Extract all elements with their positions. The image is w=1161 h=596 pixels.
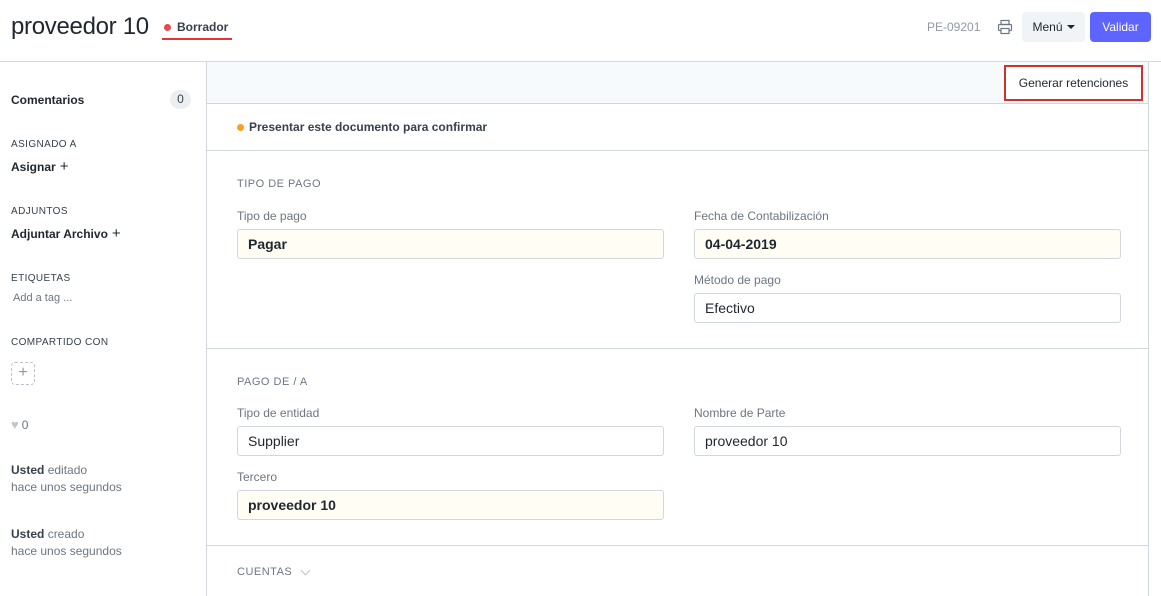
attachments-section-title: ADJUNTOS <box>11 206 68 217</box>
section-title: TIPO DE PAGO <box>237 178 322 190</box>
activity-user: Usted <box>11 463 45 477</box>
entity-type-field[interactable]: Supplier <box>237 426 664 456</box>
heart-icon: ♥ <box>11 417 19 432</box>
status-label: Borrador <box>177 20 229 34</box>
submit-alert: Presentar este documento para confirmar <box>207 104 1148 151</box>
menu-label: Menú <box>1032 20 1063 34</box>
add-tag-link[interactable]: Add a tag ... <box>13 292 72 304</box>
activity-action: creado <box>47 527 85 541</box>
activity-item: Usted creado hace unos segundos <box>11 526 122 560</box>
section-title: CUENTAS <box>237 566 293 578</box>
posting-date-field[interactable]: 04-04-2019 <box>694 229 1121 259</box>
status-dot-icon <box>164 23 171 31</box>
like-button[interactable]: ♥ 0 <box>11 417 28 432</box>
document-id: PE-09201 <box>927 20 981 34</box>
form-toolbar: Generar retenciones <box>207 62 1148 104</box>
form-area: Generar retenciones Presentar este docum… <box>206 62 1149 596</box>
page-title: proveedor 10 <box>11 13 149 40</box>
menu-button[interactable]: Menú <box>1022 12 1085 42</box>
chevron-down-icon <box>300 565 311 575</box>
assign-label: Asignar <box>11 160 56 174</box>
payment-type-field[interactable]: Pagar <box>237 229 664 259</box>
alert-dot-icon <box>237 123 244 131</box>
activity-user: Usted <box>11 527 45 541</box>
tags-section-title: ETIQUETAS <box>11 273 71 284</box>
attach-label: Adjuntar Archivo <box>11 227 108 241</box>
activity-time: hace unos segundos <box>11 480 122 494</box>
status-badge: Borrador <box>162 18 233 40</box>
plus-icon: + <box>59 158 69 175</box>
third-party-field[interactable]: proveedor 10 <box>237 490 664 520</box>
caret-down-icon <box>1066 25 1075 29</box>
party-section: PAGO DE / A Tipo de entidad Supplier Nom… <box>207 349 1148 546</box>
party-name-field[interactable]: proveedor 10 <box>694 426 1121 456</box>
accounts-section-toggle[interactable]: CUENTAS <box>237 565 311 578</box>
print-icon[interactable] <box>997 19 1013 35</box>
add-share-button[interactable]: + <box>11 362 35 385</box>
section-title: PAGO DE / A <box>237 376 308 388</box>
payment-type-section: TIPO DE PAGO Tipo de pago Pagar Fecha de… <box>207 151 1148 349</box>
assigned-section-title: ASIGNADO A <box>11 139 77 150</box>
page-header: proveedor 10 Borrador PE-09201 Menú Vali… <box>0 0 1161 62</box>
entity-type-label: Tipo de entidad <box>237 406 320 420</box>
activity-time: hace unos segundos <box>11 544 122 558</box>
assign-button[interactable]: Asignar + <box>11 158 69 175</box>
shared-section-title: COMPARTIDO CON <box>11 337 109 348</box>
payment-method-field[interactable]: Efectivo <box>694 293 1121 323</box>
plus-icon: + <box>18 364 28 381</box>
attach-file-button[interactable]: Adjuntar Archivo + <box>11 225 121 242</box>
likes-count: 0 <box>21 417 29 432</box>
payment-method-label: Método de pago <box>694 273 781 287</box>
validate-button[interactable]: Validar <box>1090 12 1151 42</box>
activity-action: editado <box>47 463 88 477</box>
party-name-label: Nombre de Parte <box>694 406 786 420</box>
generate-withholdings-button[interactable]: Generar retenciones <box>1004 65 1143 101</box>
alert-message: Presentar este documento para confirmar <box>249 120 488 134</box>
sidebar: Comentarios 0 ASIGNADO A Asignar + ADJUN… <box>0 62 206 596</box>
comments-count-badge: 0 <box>170 90 191 109</box>
comments-label[interactable]: Comentarios <box>11 93 84 107</box>
payment-type-label: Tipo de pago <box>237 209 307 223</box>
third-party-label: Tercero <box>237 470 278 484</box>
activity-item: Usted editado hace unos segundos <box>11 462 122 496</box>
plus-icon: + <box>111 225 121 242</box>
posting-date-label: Fecha de Contabilización <box>694 209 829 223</box>
